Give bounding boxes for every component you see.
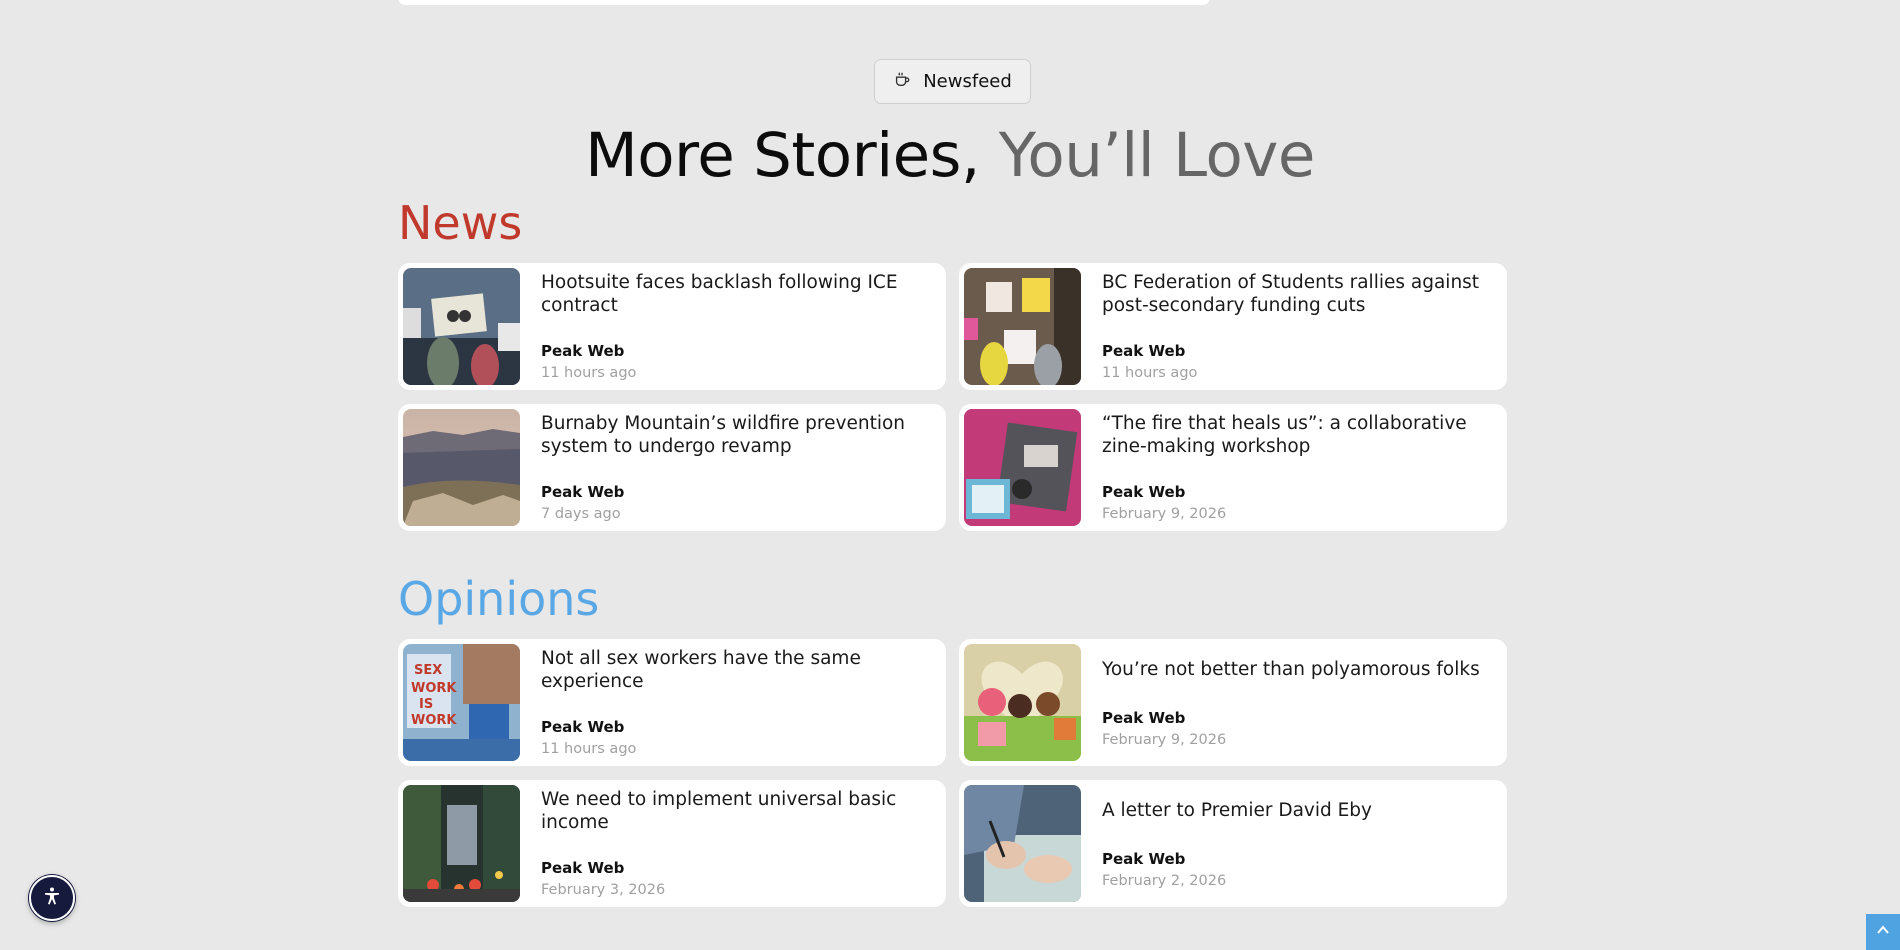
story-thumbnail[interactable] — [403, 409, 520, 526]
story-author[interactable]: Peak Web — [541, 859, 624, 877]
story-title[interactable]: You’re not better than polyamorous folks — [1102, 659, 1492, 682]
story-thumbnail[interactable] — [403, 785, 520, 902]
story-author[interactable]: Peak Web — [1102, 483, 1185, 501]
story-title[interactable]: Hootsuite faces backlash following ICE c… — [541, 272, 931, 317]
coffee-cup-icon — [893, 70, 911, 93]
story-card[interactable]: BC Federation of Students rallies agains… — [959, 263, 1507, 390]
section-title-news[interactable]: News — [398, 196, 522, 250]
story-author[interactable]: Peak Web — [541, 483, 624, 501]
chevron-up-icon — [1875, 922, 1891, 942]
svg-text:WORK: WORK — [411, 681, 457, 696]
story-title[interactable]: Burnaby Mountain’s wildfire prevention s… — [541, 413, 931, 458]
story-thumbnail[interactable] — [964, 268, 1081, 385]
story-thumbnail[interactable] — [964, 409, 1081, 526]
story-date: 11 hours ago — [541, 741, 637, 757]
story-thumbnail[interactable] — [403, 268, 520, 385]
story-date: February 3, 2026 — [541, 882, 666, 898]
svg-text:WORK: WORK — [411, 713, 457, 728]
story-card[interactable]: You’re not better than polyamorous folks… — [959, 639, 1507, 766]
svg-text:SEX: SEX — [414, 663, 442, 678]
story-author[interactable]: Peak Web — [1102, 342, 1185, 360]
story-card[interactable]: Hootsuite faces backlash following ICE c… — [398, 263, 946, 390]
story-card[interactable]: “The fire that heals us”: a collaborativ… — [959, 404, 1507, 531]
story-card[interactable]: SEX WORK IS WORK Not all sex workers hav… — [398, 639, 946, 766]
story-title[interactable]: We need to implement universal basic inc… — [541, 789, 931, 834]
story-date: February 9, 2026 — [1102, 506, 1227, 522]
story-title[interactable]: “The fire that heals us”: a collaborativ… — [1102, 413, 1492, 458]
story-title[interactable]: Not all sex workers have the same experi… — [541, 648, 931, 693]
story-thumbnail[interactable] — [964, 644, 1081, 761]
story-title[interactable]: A letter to Premier David Eby — [1102, 800, 1492, 823]
story-date: February 2, 2026 — [1102, 873, 1227, 889]
section-title-opinions[interactable]: Opinions — [398, 572, 599, 626]
svg-text:IS: IS — [419, 697, 433, 712]
accessibility-person-icon — [42, 886, 62, 910]
story-author[interactable]: Peak Web — [1102, 850, 1185, 868]
story-thumbnail[interactable]: SEX WORK IS WORK — [403, 644, 520, 761]
accessibility-button[interactable] — [29, 875, 75, 921]
previous-card-edge — [398, 0, 1210, 5]
headline-part1: More Stories, — [585, 120, 980, 191]
story-date: 11 hours ago — [1102, 365, 1198, 381]
story-author[interactable]: Peak Web — [1102, 709, 1185, 727]
page-headline: More Stories, You’ll Love — [0, 118, 1900, 194]
newsfeed-label: Newsfeed — [923, 71, 1012, 92]
story-title[interactable]: BC Federation of Students rallies agains… — [1102, 272, 1492, 317]
story-date: February 9, 2026 — [1102, 732, 1227, 748]
story-date: 11 hours ago — [541, 365, 637, 381]
story-author[interactable]: Peak Web — [541, 718, 624, 736]
headline-part2: You’ll Love — [998, 120, 1316, 191]
newsfeed-badge: Newsfeed — [874, 59, 1031, 104]
story-card[interactable]: A letter to Premier David Eby Peak Web F… — [959, 780, 1507, 907]
scroll-to-top-button[interactable] — [1866, 914, 1900, 950]
story-author[interactable]: Peak Web — [541, 342, 624, 360]
story-card[interactable]: Burnaby Mountain’s wildfire prevention s… — [398, 404, 946, 531]
story-thumbnail[interactable] — [964, 785, 1081, 902]
story-date: 7 days ago — [541, 506, 621, 522]
story-card[interactable]: We need to implement universal basic inc… — [398, 780, 946, 907]
